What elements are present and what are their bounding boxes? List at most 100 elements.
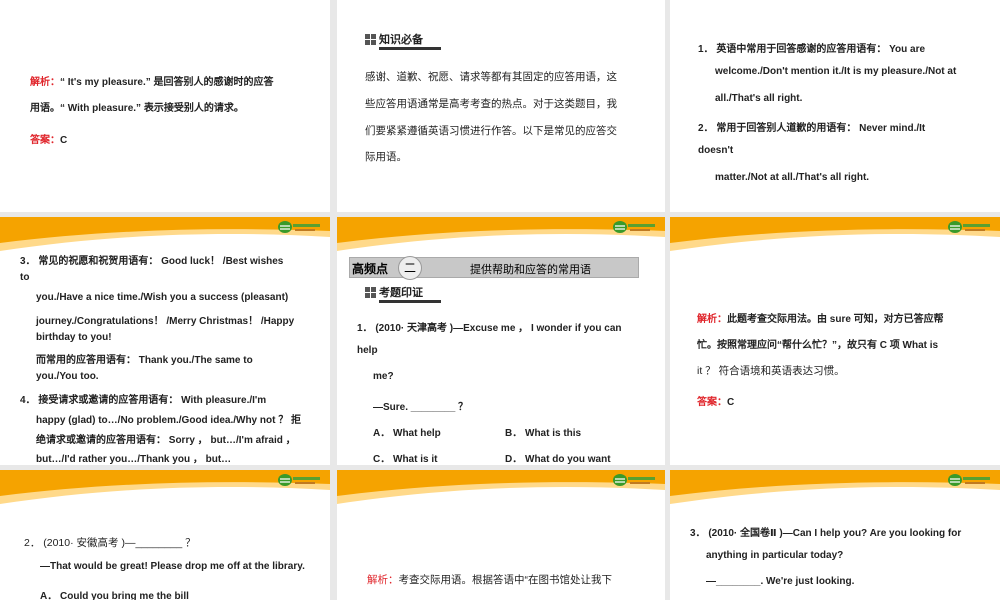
answer-label: 答案： bbox=[697, 397, 727, 408]
line-text: 3． (2010· 全国卷Ⅱ )—Can I help you? Are you… bbox=[690, 528, 962, 539]
slide-r1c3[interactable]: 1． 英语中常用于回答感谢的应答用语有： You are welcome./Don… bbox=[670, 0, 1000, 212]
text-line: 解析：考查交际用语。根据答语中“在图书馆处让我下 bbox=[367, 572, 612, 587]
grid-icon bbox=[365, 34, 376, 45]
line-text: 些应答用语通常是高考考查的热点。对于这类题目，我 bbox=[365, 98, 617, 110]
text-line: —That would be great! Please drop me off… bbox=[40, 561, 305, 572]
line-text: 2． (2010· 安徽高考 )—________ ？ bbox=[24, 537, 196, 549]
text-line: to bbox=[20, 272, 29, 283]
text-line: 些应答用语通常是高考考查的热点。对于这类题目，我 bbox=[365, 96, 617, 111]
text-line: —________. We're just looking. bbox=[706, 576, 854, 587]
line-text: me? bbox=[373, 371, 394, 382]
slide-r2c1[interactable]: 3． 常见的祝愿和祝贺用语有： Good luck！ /Best wishes t… bbox=[0, 217, 330, 465]
slide-r3c1[interactable]: 2． (2010· 安徽高考 )—________ ？ —That would b… bbox=[0, 470, 330, 600]
line-text: —Sure. ________ ？ bbox=[373, 402, 469, 413]
section-tag: 考题印证 bbox=[365, 287, 441, 303]
section-bar: 高频点二 提供帮助和应答的常用语 bbox=[349, 256, 639, 280]
line-text: you./Have a nice time./Wish you a succes… bbox=[36, 292, 289, 303]
line-text: 2． 常用于回答别人道歉的用语有： Never mind./It bbox=[698, 123, 926, 134]
text-line: 2． 常用于回答别人道歉的用语有： Never mind./It bbox=[698, 119, 925, 134]
text-line: welcome./Don't mention it./It is my plea… bbox=[715, 66, 956, 77]
line-text: —________. We're just looking. bbox=[706, 576, 855, 587]
text-line: 际用语。 bbox=[365, 149, 407, 164]
line-text: 绝请求或邀请的应答用语有： Sorry ， but…/I'm afraid ， bbox=[36, 435, 296, 446]
slide-r1c2[interactable]: 知识必备感谢、道歉、祝愿、请求等都有其固定的应答用语，这 些应答用语通常是高考考查… bbox=[337, 0, 665, 212]
line-text: 际用语。 bbox=[365, 151, 407, 163]
section-title: 提供帮助和应答的常用语 bbox=[470, 264, 591, 276]
text-line: journey./Congratulations！ /Merry Christm… bbox=[36, 312, 294, 327]
text-line: C． What is it bbox=[373, 450, 437, 465]
slide-r2c3[interactable]: 解析：此题考查交际用法。由 sure 可知，对方已答应帮忙。按照常理应问“帮什么… bbox=[670, 217, 1000, 465]
option-text: D． What do you want bbox=[505, 454, 611, 465]
slide-r3c2[interactable]: 解析：考查交际用语。根据答语中“在图书馆处让我下 bbox=[337, 470, 665, 600]
line-text: A． What help bbox=[373, 428, 441, 439]
line-text: welcome./Don't mention it./It is my plea… bbox=[715, 66, 957, 77]
line-text: 而常用的应答用语有： Thank you./The same to bbox=[36, 355, 253, 366]
line-text: all./That's all right. bbox=[715, 93, 803, 104]
line-text: anything in particular today? bbox=[706, 550, 844, 561]
slide-r3c3[interactable]: 3． (2010· 全国卷Ⅱ )—Can I help you? Are you… bbox=[670, 470, 1000, 600]
grid-icon bbox=[365, 287, 376, 298]
line-text: 3． 常见的祝愿和祝贺用语有： Good luck！ /Best wishes bbox=[20, 256, 284, 267]
text-line: A． What help bbox=[373, 424, 441, 439]
line-text: A． Could you bring me the bill bbox=[40, 591, 189, 600]
line-text: matter./Not at all./That's all right. bbox=[715, 172, 870, 183]
text-line: —Sure. ________ ？ bbox=[373, 398, 468, 413]
text-line: doesn't bbox=[698, 145, 733, 156]
logo-icon bbox=[613, 221, 655, 233]
text-line: all./That's all right. bbox=[715, 93, 802, 104]
text-line: but…/I'd rather you…/Thank you ， but… bbox=[36, 450, 231, 465]
text-line: 感谢、道歉、祝愿、请求等都有其固定的应答用语，这 bbox=[365, 69, 617, 84]
answer-label: 答案： bbox=[30, 135, 60, 146]
text-line: 1． 英语中常用于回答感谢的应答用语有： You are bbox=[698, 40, 925, 55]
text-line: 忙。按照常理应问“帮什么忙？”，故只有 C 项 What is bbox=[697, 336, 938, 351]
section-tag: 知识必备 bbox=[365, 33, 441, 50]
line-text: 用语。“ With pleasure.” 表示接受别人的请求。 bbox=[30, 103, 244, 114]
line-text: 感谢、道歉、祝愿、请求等都有其固定的应答用语，这 bbox=[365, 71, 617, 83]
section-number: 二 bbox=[398, 256, 422, 280]
option-text: B． What is this bbox=[505, 428, 582, 439]
line-text: 忙。按照常理应问“帮什么忙？”，故只有 C 项 What is bbox=[697, 340, 939, 351]
line-text: 此题考查交际用法。由 sure 可知，对方已答应帮 bbox=[727, 314, 944, 325]
text-line: 解析：“ It's my pleasure.” 是回答别人的感谢时的应答 bbox=[30, 73, 274, 88]
text-line: 解析：此题考查交际用法。由 sure 可知，对方已答应帮 bbox=[697, 310, 944, 325]
line-text: 1． 英语中常用于回答感谢的应答用语有： You are bbox=[698, 44, 926, 55]
line-text: help bbox=[357, 345, 378, 356]
line-text: 们要紧紧遵循英语习惯进行作答。以下是常见的应答交 bbox=[365, 125, 617, 137]
text-line: it ？ 符合语境和英语表达习惯。 bbox=[697, 363, 845, 378]
line-text: journey./Congratulations！ /Merry Christm… bbox=[36, 316, 295, 327]
logo-icon bbox=[948, 221, 990, 233]
text-line: 1． (2010· 天津高考 )—Excuse me ， I wonder if… bbox=[357, 319, 622, 334]
line-text: C． What is it bbox=[373, 454, 438, 465]
line-text: “ It's my pleasure.” 是回答别人的感谢时的应答 bbox=[60, 77, 274, 88]
logo-icon bbox=[613, 474, 655, 486]
text-line: 3． 常见的祝愿和祝贺用语有： Good luck！ /Best wishes bbox=[20, 252, 283, 267]
line-text: birthday to you! bbox=[36, 332, 112, 343]
slide-r1c1[interactable]: 解析：“ It's my pleasure.” 是回答别人的感谢时的应答用语。“… bbox=[0, 0, 330, 212]
text-line: matter./Not at all./That's all right. bbox=[715, 172, 869, 183]
text-line: you./Have a nice time./Wish you a succes… bbox=[36, 292, 288, 303]
slide-r2c2[interactable]: 高频点二 提供帮助和应答的常用语考题印证 1． (2010· 天津高考 )—Excu… bbox=[337, 217, 665, 465]
line-text: —That would be great! Please drop me off… bbox=[40, 561, 305, 572]
logo-icon bbox=[278, 221, 320, 233]
line-text: doesn't bbox=[698, 145, 734, 156]
line-text: 考查交际用语。根据答语中“在图书馆处让我下 bbox=[398, 574, 613, 586]
answer-label: 解析： bbox=[30, 77, 60, 88]
answer-label: 解析： bbox=[367, 574, 399, 586]
text-line: 绝请求或邀请的应答用语有： Sorry ， but…/I'm afraid ， bbox=[36, 431, 296, 446]
section-label: 高频点 bbox=[352, 262, 389, 276]
text-line: 4． 接受请求或邀请的应答用语有： With pleasure./I'm bbox=[20, 391, 266, 406]
text-line: me? bbox=[373, 371, 394, 382]
section-tag-label: 知识必备 bbox=[379, 33, 423, 46]
text-line: help bbox=[357, 345, 378, 356]
text-line: birthday to you! bbox=[36, 332, 112, 343]
line-text: to bbox=[20, 272, 30, 283]
line-text: 1． (2010· 天津高考 )—Excuse me ， I wonder if… bbox=[357, 323, 622, 334]
answer-label: 解析： bbox=[697, 314, 727, 325]
text-line: 答案：C bbox=[30, 131, 67, 146]
text-line: A． Could you bring me the bill bbox=[40, 587, 189, 600]
line-text: C bbox=[727, 397, 735, 408]
line-text: it ？ 符合语境和英语表达习惯。 bbox=[697, 365, 845, 377]
line-text: happy (glad) to…/No problem./Good idea./… bbox=[36, 415, 301, 426]
line-text: C bbox=[60, 135, 68, 146]
text-line: anything in particular today? bbox=[706, 550, 843, 561]
